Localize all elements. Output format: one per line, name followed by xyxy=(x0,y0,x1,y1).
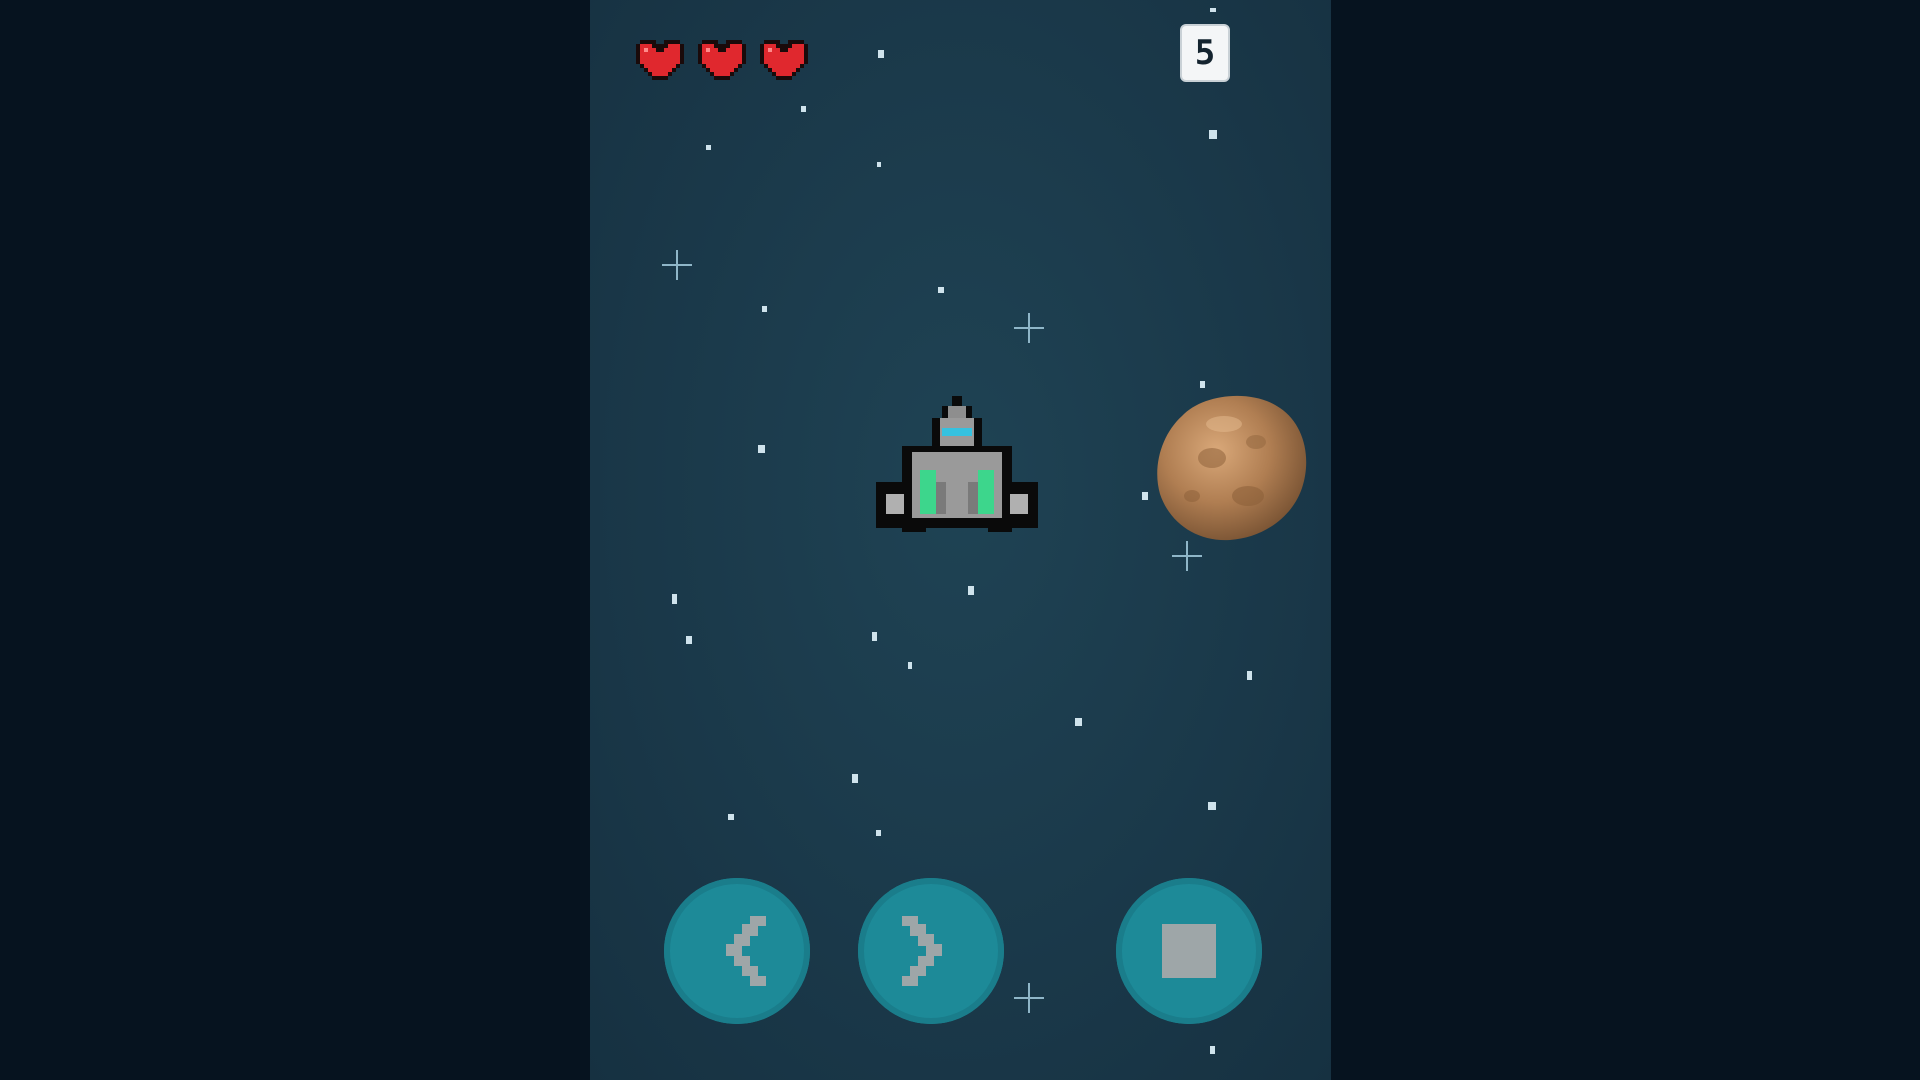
star xyxy=(1210,1046,1215,1054)
score-counter: 5 xyxy=(1180,24,1230,82)
star xyxy=(908,662,912,669)
star xyxy=(758,445,765,453)
star xyxy=(938,287,944,293)
heart-icon xyxy=(698,40,746,80)
star xyxy=(968,586,974,595)
chevron-left-icon xyxy=(726,916,766,986)
heart-icon xyxy=(636,40,684,80)
sparkle-star xyxy=(1172,541,1202,571)
right-letterbox xyxy=(1331,0,1920,1080)
star xyxy=(1209,130,1217,139)
sparkle-star xyxy=(662,250,692,280)
star xyxy=(1075,718,1082,726)
game-canvas[interactable]: 5 xyxy=(590,0,1331,1080)
star xyxy=(728,814,734,820)
star xyxy=(762,306,767,312)
player-ship xyxy=(876,396,1038,532)
sparkle-star xyxy=(1014,983,1044,1013)
star xyxy=(878,50,884,58)
star xyxy=(876,830,881,836)
left-letterbox xyxy=(0,0,590,1080)
fire-button[interactable] xyxy=(1116,878,1262,1024)
chevron-right-icon xyxy=(902,916,942,986)
asteroid xyxy=(1157,395,1307,541)
move-left-button[interactable] xyxy=(664,878,810,1024)
star xyxy=(877,162,881,167)
star xyxy=(686,636,692,644)
star xyxy=(852,774,858,783)
heart-icon xyxy=(760,40,808,80)
star xyxy=(1210,8,1216,12)
square-icon xyxy=(1162,924,1216,978)
star xyxy=(1247,671,1252,680)
move-right-button[interactable] xyxy=(858,878,1004,1024)
star xyxy=(706,145,711,150)
star xyxy=(672,594,677,604)
sparkle-star xyxy=(1014,313,1044,343)
star xyxy=(1200,381,1205,388)
lives-display xyxy=(636,36,808,84)
star xyxy=(1208,802,1216,810)
star xyxy=(801,106,806,112)
star xyxy=(872,632,877,641)
star xyxy=(1142,492,1148,500)
